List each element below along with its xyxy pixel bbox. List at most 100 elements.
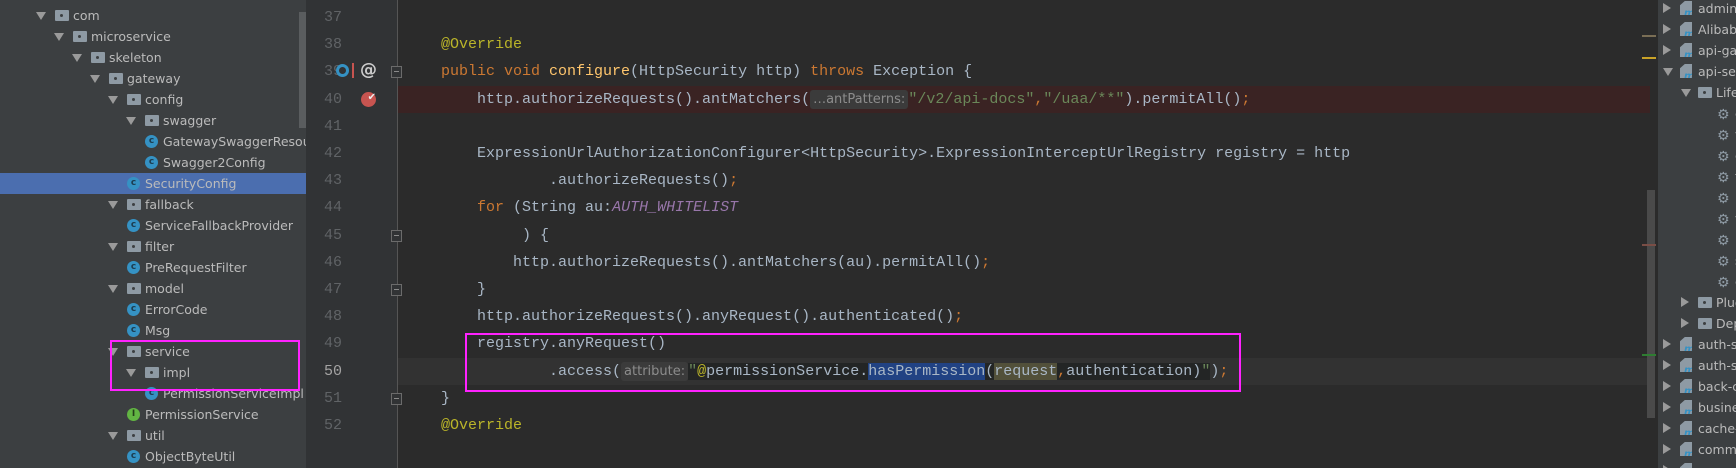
maven-item-lifecycle[interactable]: Lifec xyxy=(1658,82,1736,103)
maven-item-lifecycle[interactable]: Plug xyxy=(1658,292,1736,313)
maven-item-module[interactable]: auth-ss xyxy=(1658,355,1736,376)
error-stripe-mark[interactable] xyxy=(1642,244,1656,246)
annotation-icon[interactable]: @ xyxy=(360,60,377,80)
code-line[interactable]: .authorizeRequests(); xyxy=(398,167,1650,194)
maven-item-module[interactable]: api-gat xyxy=(1658,40,1736,61)
expand-arrow-icon[interactable] xyxy=(1663,24,1671,34)
code-line[interactable]: ) { xyxy=(398,222,1650,249)
code-line[interactable]: } xyxy=(398,276,1650,303)
tree-item-config[interactable]: config xyxy=(0,89,306,110)
maven-item-goal[interactable]: ⚙c xyxy=(1658,271,1736,292)
tree-item-gatewayswaggerresourcesprovider[interactable]: c GatewaySwaggerResourcesProvider xyxy=(0,131,306,152)
tree-item-microservice[interactable]: microservice xyxy=(0,26,306,47)
maven-item-goal[interactable]: ⚙s xyxy=(1658,250,1736,271)
code-line[interactable]: .access(attribute: "@permissionService.ha… xyxy=(398,357,1650,385)
code-line[interactable]: registry.anyRequest() xyxy=(398,330,1650,357)
maven-item-module[interactable]: Alibaba xyxy=(1658,19,1736,40)
code-line[interactable] xyxy=(398,113,1650,140)
tree-item-skeleton[interactable]: skeleton xyxy=(0,47,306,68)
fold-marker-icon[interactable] xyxy=(391,66,402,79)
maven-item-module[interactable]: api-sec xyxy=(1658,61,1736,82)
expand-arrow-icon[interactable] xyxy=(54,33,64,41)
code-line[interactable]: @Override xyxy=(398,31,1650,58)
project-tree-scrollbar[interactable] xyxy=(299,12,306,128)
expand-arrow-icon[interactable] xyxy=(108,96,118,104)
editor-scrollbar[interactable] xyxy=(1647,190,1655,418)
maven-item-goal[interactable]: ⚙p xyxy=(1658,187,1736,208)
expand-arrow-icon[interactable] xyxy=(1681,89,1691,97)
expand-arrow-icon[interactable] xyxy=(90,75,100,83)
tree-item-filter[interactable]: filter xyxy=(0,236,306,257)
code-line[interactable]: ExpressionUrlAuthorizationConfigurer<Htt… xyxy=(398,140,1650,167)
tree-item-prerequestfilter[interactable]: c PreRequestFilter xyxy=(0,257,306,278)
expand-arrow-icon[interactable] xyxy=(1663,339,1671,349)
expand-arrow-icon[interactable] xyxy=(1663,68,1673,76)
expand-arrow-icon[interactable] xyxy=(1663,360,1671,370)
code-line[interactable]: http.authorizeRequests().anyRequest().au… xyxy=(398,303,1650,330)
breakpoint-icon[interactable]: ✔ xyxy=(361,91,376,107)
error-stripe-mark[interactable] xyxy=(1642,35,1656,37)
maven-item-module[interactable]: admin- xyxy=(1658,0,1736,19)
maven-item-goal[interactable]: ⚙i xyxy=(1658,229,1736,250)
tree-item-msg[interactable]: c Msg xyxy=(0,320,306,341)
code-line[interactable]: @Override xyxy=(398,412,1650,439)
expand-arrow-icon[interactable] xyxy=(126,117,136,125)
tree-item-model[interactable]: model xyxy=(0,278,306,299)
expand-arrow-icon[interactable] xyxy=(126,369,136,377)
maven-item-module[interactable]: commo xyxy=(1658,439,1736,460)
tree-item-com[interactable]: com xyxy=(0,5,306,26)
tree-item-fallback[interactable]: fallback xyxy=(0,194,306,215)
tree-item-permissionservice[interactable]: I PermissionService xyxy=(0,404,306,425)
maven-item-goal[interactable]: ⚙t xyxy=(1658,166,1736,187)
expand-arrow-icon[interactable] xyxy=(108,285,118,293)
tree-item-securityconfig[interactable]: c SecurityConfig xyxy=(0,173,306,194)
expand-arrow-icon[interactable] xyxy=(1663,402,1671,412)
expand-arrow-icon[interactable] xyxy=(72,54,82,62)
tree-item-util[interactable]: util xyxy=(0,425,306,446)
expand-arrow-icon[interactable] xyxy=(1663,444,1671,454)
fold-marker-icon[interactable] xyxy=(391,392,402,405)
maven-item-goal[interactable]: ⚙c xyxy=(1658,103,1736,124)
code-line[interactable]: for (String au:AUTH_WHITELIST xyxy=(398,194,1650,221)
expand-arrow-icon[interactable] xyxy=(1663,381,1671,391)
tree-item-gateway[interactable]: gateway xyxy=(0,68,306,89)
tree-item-swagger[interactable]: swagger xyxy=(0,110,306,131)
maven-item-module[interactable]: commo xyxy=(1658,460,1736,468)
maven-item-goal[interactable]: ⚙c xyxy=(1658,145,1736,166)
expand-arrow-icon[interactable] xyxy=(1663,3,1671,13)
expand-arrow-icon[interactable] xyxy=(108,432,118,440)
change-stripe-mark[interactable] xyxy=(1642,354,1656,356)
tree-item-servicefallbackprovider[interactable]: c ServiceFallbackProvider xyxy=(0,215,306,236)
fold-marker-icon[interactable] xyxy=(391,229,402,242)
maven-item-goal[interactable]: ⚙v xyxy=(1658,208,1736,229)
code-line[interactable]: http.authorizeRequests().antMatchers(au)… xyxy=(398,249,1650,276)
warning-stripe-mark[interactable] xyxy=(1642,57,1656,59)
tree-item-service[interactable]: service xyxy=(0,341,306,362)
tree-item-permissionserviceimpl[interactable]: c PermissionServiceImpl xyxy=(0,383,306,404)
expand-arrow-icon[interactable] xyxy=(36,12,46,20)
tree-item-impl[interactable]: impl xyxy=(0,362,306,383)
expand-arrow-icon[interactable] xyxy=(108,243,118,251)
expand-arrow-icon[interactable] xyxy=(1663,423,1671,433)
expand-arrow-icon[interactable] xyxy=(108,201,118,209)
expand-arrow-icon[interactable] xyxy=(1681,297,1689,307)
gear-icon: ⚙ xyxy=(1717,275,1730,291)
expand-arrow-icon[interactable] xyxy=(108,348,118,356)
fold-marker-icon[interactable] xyxy=(391,284,402,296)
code-line[interactable]: public void configure(HttpSecurity http)… xyxy=(398,58,1650,85)
code-editor[interactable]: @Override public void configure(HttpSecu… xyxy=(398,0,1650,468)
expand-arrow-icon[interactable] xyxy=(1681,318,1689,328)
expand-arrow-icon[interactable] xyxy=(1663,45,1671,55)
tree-item-errorcode[interactable]: c ErrorCode xyxy=(0,299,306,320)
tree-item-objectbyteutil[interactable]: c ObjectByteUtil xyxy=(0,446,306,467)
maven-item-module[interactable]: busines xyxy=(1658,397,1736,418)
code-line[interactable] xyxy=(398,4,1650,31)
maven-item-module[interactable]: back-c xyxy=(1658,376,1736,397)
code-line[interactable]: http.authorizeRequests().antMatchers(…an… xyxy=(398,85,1650,113)
maven-item-goal[interactable]: ⚙v xyxy=(1658,124,1736,145)
maven-item-module[interactable]: auth-se xyxy=(1658,334,1736,355)
tree-item-swagger2config[interactable]: c Swagger2Config xyxy=(0,152,306,173)
maven-item-module[interactable]: cache- xyxy=(1658,418,1736,439)
code-line[interactable]: } xyxy=(398,385,1650,412)
maven-item-deps[interactable]: Dep xyxy=(1658,313,1736,334)
